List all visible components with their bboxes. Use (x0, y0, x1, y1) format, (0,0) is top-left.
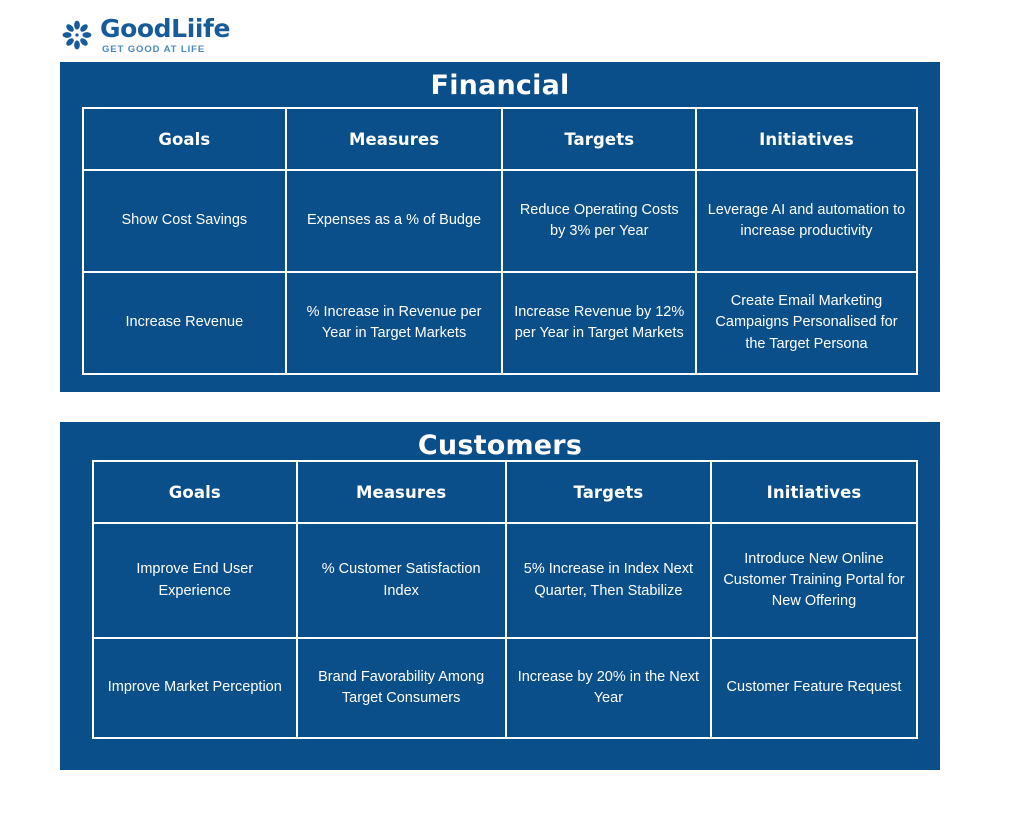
cell-initiatives: Leverage AI and automation to increase p… (694, 169, 919, 273)
strategy-table-customers: Goals Measures Targets Initiatives Impro… (92, 460, 919, 739)
cell-measures: % Increase in Revenue per Year in Target… (284, 271, 504, 375)
brand-tagline: GET GOOD AT LIFE (102, 44, 206, 56)
column-header-goals: Goals (92, 460, 298, 524)
table-header-row: Goals Measures Targets Initiatives (92, 460, 919, 524)
column-header-initiatives: Initiatives (709, 460, 919, 524)
cell-goals: Increase Revenue (82, 271, 287, 375)
cell-targets: Increase Revenue by 12% per Year in Targ… (501, 271, 697, 375)
perspective-panel-financial: Financial Goals Measures Targets Initiat… (60, 62, 940, 392)
column-header-targets: Targets (501, 107, 697, 171)
flower-logo-icon (62, 20, 92, 50)
cell-targets: Reduce Operating Costs by 3% per Year (501, 169, 697, 273)
perspective-panel-customers: Customers Goals Measures Targets Initiat… (60, 422, 940, 770)
brand-text: GoodLiife GET GOOD AT LIFE (100, 14, 231, 56)
brand-name: GoodLiife (100, 14, 231, 43)
table-row: Increase Revenue % Increase in Revenue p… (82, 271, 919, 375)
cell-targets: 5% Increase in Index Next Quarter, Then … (504, 522, 712, 639)
column-header-targets: Targets (504, 460, 712, 524)
brand-logo: GoodLiife GET GOOD AT LIFE (62, 14, 231, 56)
cell-goals: Show Cost Savings (82, 169, 287, 273)
strategy-table-financial: Goals Measures Targets Initiatives Show … (82, 107, 919, 375)
table-row: Improve Market Perception Brand Favorabi… (92, 637, 919, 739)
table-row: Improve End User Experience % Customer S… (92, 522, 919, 639)
table-row: Show Cost Savings Expenses as a % of Bud… (82, 169, 919, 273)
cell-initiatives: Customer Feature Request (709, 637, 919, 739)
cell-measures: % Customer Satisfaction Index (295, 522, 507, 639)
column-header-initiatives: Initiatives (694, 107, 919, 171)
column-header-goals: Goals (82, 107, 287, 171)
cell-targets: Increase by 20% in the Next Year (504, 637, 712, 739)
panel-title-financial: Financial (430, 70, 570, 101)
cell-goals: Improve End User Experience (92, 522, 298, 639)
cell-measures: Brand Favorability Among Target Consumer… (295, 637, 507, 739)
column-header-measures: Measures (284, 107, 504, 171)
cell-goals: Improve Market Perception (92, 637, 298, 739)
cell-initiatives: Create Email Marketing Campaigns Persona… (694, 271, 919, 375)
column-header-measures: Measures (295, 460, 507, 524)
cell-initiatives: Introduce New Online Customer Training P… (709, 522, 919, 639)
cell-measures: Expenses as a % of Budge (284, 169, 504, 273)
table-header-row: Goals Measures Targets Initiatives (82, 107, 919, 171)
